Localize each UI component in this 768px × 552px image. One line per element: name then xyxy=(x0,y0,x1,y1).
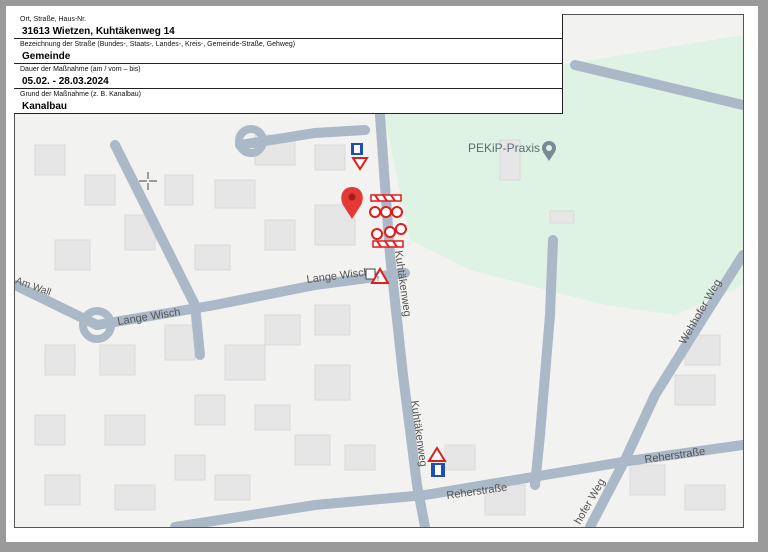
field-value: 31613 Wietzen, Kuhtäkenweg 14 xyxy=(22,26,175,37)
info-form: Ort, Straße, Haus-Nr. 31613 Wietzen, Kuh… xyxy=(14,14,563,114)
field-label: Bezeichnung der Straße (Bundes-, Staats-… xyxy=(20,41,296,48)
document-frame: Lange Wisch Lange Wisch Am Wall Kuhtäken… xyxy=(0,0,768,552)
field-label: Dauer der Maßnahme (am / vom – bis) xyxy=(20,66,141,73)
field-value: Kanalbau xyxy=(22,101,68,112)
field-reason: Grund der Maßnahme (z. B. Kanalbau) Kana… xyxy=(14,89,562,113)
field-road-type: Bezeichnung der Straße (Bundes-, Staats-… xyxy=(14,39,562,64)
field-address: Ort, Straße, Haus-Nr. 31613 Wietzen, Kuh… xyxy=(14,14,562,39)
svg-text:!: ! xyxy=(377,276,379,283)
field-value: 05.02. - 28.03.2024 xyxy=(22,76,109,87)
field-label: Ort, Straße, Haus-Nr. xyxy=(20,16,87,23)
page-shadow-right xyxy=(758,6,768,552)
poi-label[interactable]: PEKiP-Praxis xyxy=(468,141,540,155)
field-value: Gemeinde xyxy=(22,51,71,62)
page-shadow-bottom xyxy=(6,542,768,552)
field-label: Grund der Maßnahme (z. B. Kanalbau) xyxy=(20,91,142,98)
field-duration: Dauer der Maßnahme (am / vom – bis) 05.0… xyxy=(14,64,562,89)
